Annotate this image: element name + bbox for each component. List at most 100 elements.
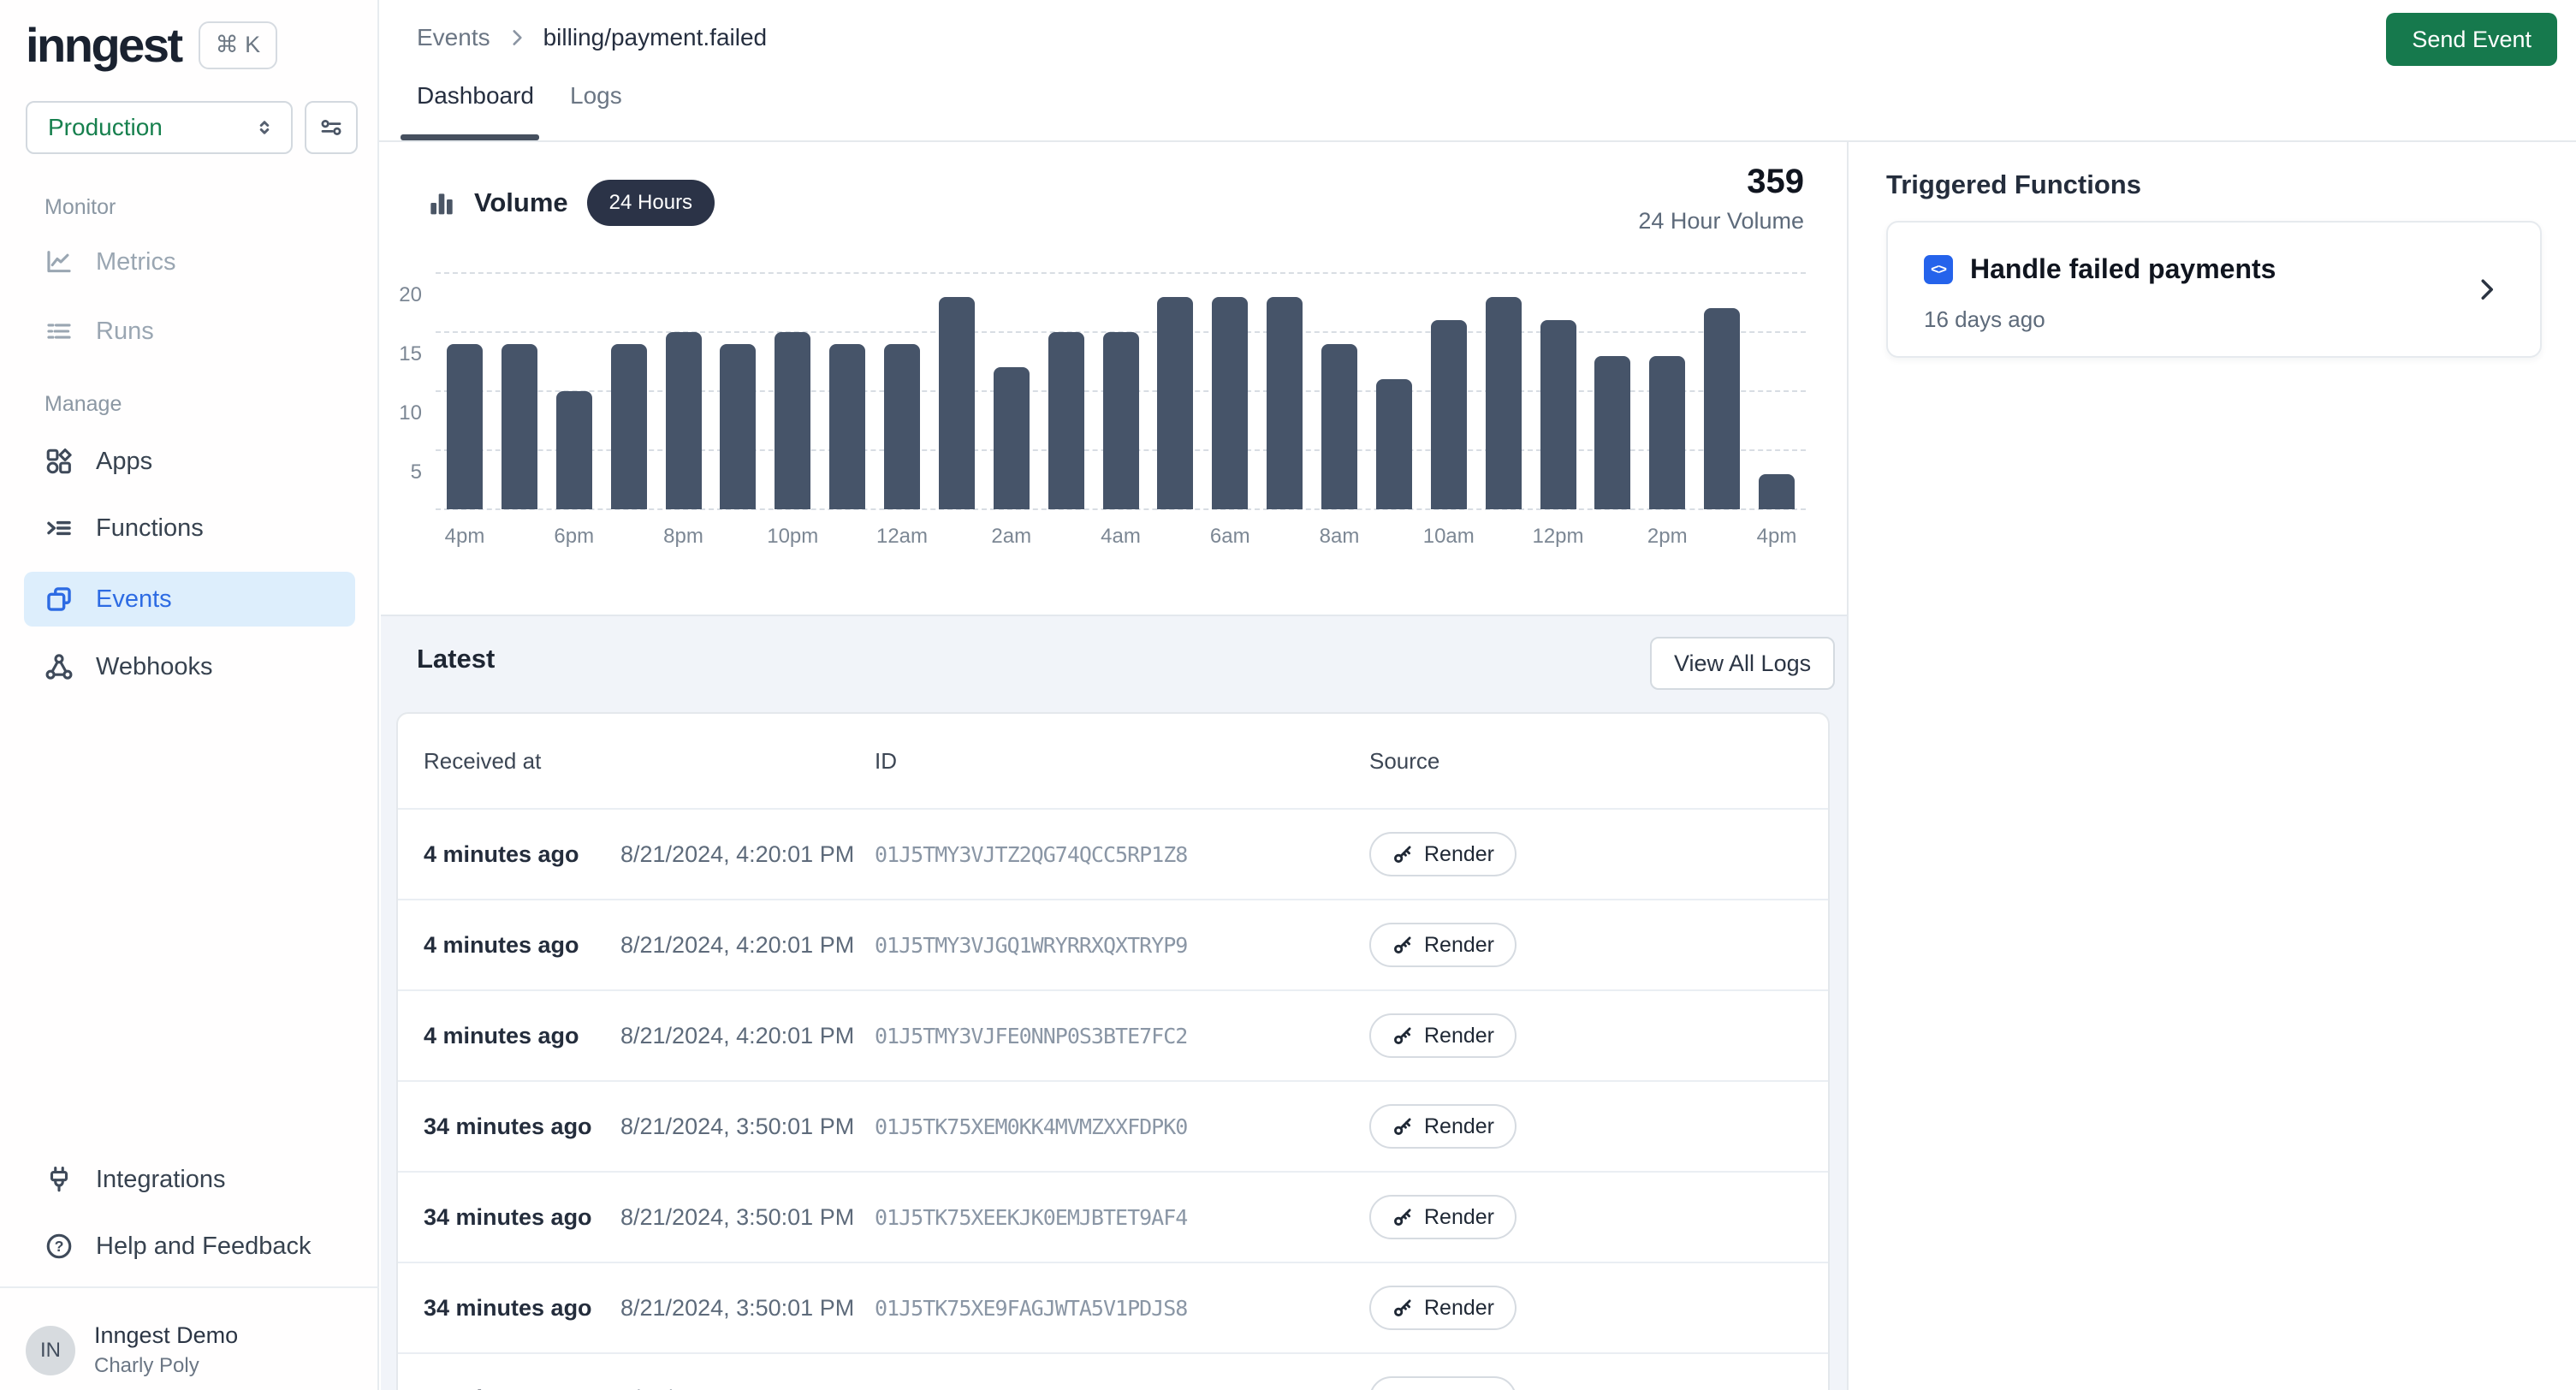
volume-bar-4am-12[interactable] <box>1103 332 1139 509</box>
x-axis-tick: 8am <box>1297 525 1382 549</box>
x-axis-tick: 6am <box>1187 525 1273 549</box>
function-name: Handle failed payments <box>1970 253 2276 285</box>
table-row[interactable]: 44 minutes ago8/21/2024, 3:40:01 PM01J5T… <box>398 1352 1828 1390</box>
sidebar-item-webhooks[interactable]: Webhooks <box>24 642 355 692</box>
chevron-right-icon <box>506 27 528 49</box>
volume-bar-11am-19[interactable] <box>1486 297 1522 509</box>
cell-event-id: 01J5TMY3VJFE0NNP0S3BTE7FC2 <box>875 1024 1369 1048</box>
cell-event-id: 01J5TMY3VJTZ2QG74QCC5RP1Z8 <box>875 842 1369 867</box>
volume-bar-8am-16[interactable] <box>1321 344 1357 509</box>
volume-bar-1pm-21[interactable] <box>1594 356 1630 509</box>
sidebar-footer-divider <box>0 1286 379 1288</box>
sidebar-item-apps[interactable]: Apps <box>24 437 355 486</box>
gridline-20 <box>436 272 1806 274</box>
sidebar-item-metrics[interactable]: Metrics <box>24 237 355 287</box>
volume-bar-7am-15[interactable] <box>1267 297 1303 509</box>
events-icon <box>45 585 74 614</box>
column-header-source: Source <box>1369 748 1802 775</box>
sidebar-item-label: Metrics <box>96 248 175 276</box>
source-badge-render[interactable]: Render <box>1369 923 1517 967</box>
tab-logs[interactable]: Logs <box>570 82 622 110</box>
tab-dashboard[interactable]: Dashboard <box>417 82 534 110</box>
volume-bar-12pm-20[interactable] <box>1540 320 1576 509</box>
x-axis-tick: 12am <box>859 525 945 549</box>
source-badge-render[interactable]: Render <box>1369 832 1517 876</box>
sidebar-section-manage: Manage <box>45 392 122 417</box>
source-badge-render[interactable]: Render <box>1369 1376 1517 1390</box>
command-k-shortcut-badge[interactable]: ⌘ K <box>199 21 278 69</box>
cell-event-id: 01J5TJHVYXWBRNH3KF9ZEE73W9 <box>875 1387 1369 1390</box>
volume-bar-7pm-3[interactable] <box>611 344 647 509</box>
table-row[interactable]: 4 minutes ago8/21/2024, 4:20:01 PM01J5TM… <box>398 808 1828 899</box>
user-name: Charly Poly <box>94 1354 238 1378</box>
sidebar-item-events[interactable]: Events <box>24 572 355 627</box>
view-all-logs-button[interactable]: View All Logs <box>1650 637 1835 690</box>
x-axis-tick: 6pm <box>531 525 617 549</box>
environment-select[interactable]: Production <box>26 101 293 154</box>
chevron-right-icon <box>2473 276 2499 301</box>
volume-bar-10am-18[interactable] <box>1431 320 1467 509</box>
source-badge-render[interactable]: Render <box>1369 1286 1517 1330</box>
x-axis-tick: 8pm <box>641 525 727 549</box>
volume-bar-8pm-4[interactable] <box>666 332 702 509</box>
user-menu[interactable]: IN Inngest Demo Charly Poly <box>26 1322 238 1378</box>
volume-bar-9pm-5[interactable] <box>720 344 756 509</box>
volume-bar-5am-13[interactable] <box>1157 297 1193 509</box>
volume-bar-6am-14[interactable] <box>1212 297 1248 509</box>
runs-icon <box>45 317 74 346</box>
table-row[interactable]: 34 minutes ago8/21/2024, 3:50:01 PM01J5T… <box>398 1080 1828 1171</box>
sidebar-item-label: Runs <box>96 318 154 346</box>
sidebar-item-label: Help and Feedback <box>96 1233 312 1261</box>
metrics-icon <box>45 247 74 276</box>
table-row[interactable]: 4 minutes ago8/21/2024, 4:20:01 PM01J5TM… <box>398 899 1828 989</box>
volume-bar-3pm-23[interactable] <box>1704 308 1740 509</box>
source-badge-render[interactable]: Render <box>1369 1195 1517 1239</box>
volume-bar-2pm-22[interactable] <box>1649 356 1685 509</box>
x-axis-tick: 10am <box>1406 525 1492 549</box>
volume-bar-9am-17[interactable] <box>1376 379 1412 509</box>
volume-bar-11pm-7[interactable] <box>829 344 865 509</box>
table-row[interactable]: 34 minutes ago8/21/2024, 3:50:01 PM01J5T… <box>398 1171 1828 1262</box>
triggered-function-card[interactable]: <> Handle failed payments 16 days ago <box>1886 221 2542 358</box>
volume-bar-4pm-24[interactable] <box>1759 474 1795 509</box>
source-badge-render[interactable]: Render <box>1369 1104 1517 1149</box>
source-label: Render <box>1424 842 1494 867</box>
sidebar-item-integrations[interactable]: Integrations <box>24 1155 355 1204</box>
sidebar-item-help[interactable]: ? Help and Feedback <box>24 1221 355 1271</box>
volume-bar-10pm-6[interactable] <box>775 332 810 509</box>
volume-bar-3am-11[interactable] <box>1048 332 1084 509</box>
breadcrumb-events-link[interactable]: Events <box>417 24 490 51</box>
triggered-functions-title: Triggered Functions <box>1886 169 2141 200</box>
cell-received-at: 4 minutes ago <box>424 841 620 868</box>
environment-filter-button[interactable] <box>305 101 358 154</box>
volume-bar-1am-9[interactable] <box>939 297 975 509</box>
x-axis-tick: 4am <box>1078 525 1164 549</box>
key-icon <box>1392 843 1414 865</box>
source-badge-render[interactable]: Render <box>1369 1013 1517 1058</box>
table-row[interactable]: 4 minutes ago8/21/2024, 4:20:01 PM01J5TM… <box>398 989 1828 1080</box>
volume-bar-12am-8[interactable] <box>884 344 920 509</box>
cell-received-at: 4 minutes ago <box>424 932 620 959</box>
sidebar-section-monitor: Monitor <box>45 195 116 220</box>
volume-range-badge[interactable]: 24 Hours <box>587 180 715 226</box>
volume-bar-4pm-0[interactable] <box>447 344 483 509</box>
function-last-triggered: 16 days ago <box>1924 306 2045 333</box>
volume-bar-5pm-1[interactable] <box>502 344 537 509</box>
y-axis-tick: 10 <box>376 401 422 425</box>
x-axis-tick: 10pm <box>750 525 835 549</box>
sidebar-item-runs[interactable]: Runs <box>24 306 355 356</box>
code-function-icon: <> <box>1924 255 1953 284</box>
volume-bar-6pm-2[interactable] <box>556 391 592 509</box>
y-axis-tick: 5 <box>376 460 422 484</box>
table-row[interactable]: 34 minutes ago8/21/2024, 3:50:01 PM01J5T… <box>398 1262 1828 1352</box>
sidebar: inngest ⌘ K Production Monitor Metrics R… <box>0 0 379 1390</box>
breadcrumb: Events billing/payment.failed <box>417 24 767 51</box>
key-icon <box>1392 1206 1414 1228</box>
cell-datetime: 8/21/2024, 3:50:01 PM <box>620 1295 875 1322</box>
send-event-button[interactable]: Send Event <box>2386 13 2557 66</box>
sidebar-item-functions[interactable]: Functions <box>24 503 355 553</box>
avatar: IN <box>26 1326 75 1375</box>
volume-bar-2am-10[interactable] <box>994 367 1030 509</box>
key-icon <box>1392 1115 1414 1138</box>
breadcrumb-current: billing/payment.failed <box>543 24 768 51</box>
